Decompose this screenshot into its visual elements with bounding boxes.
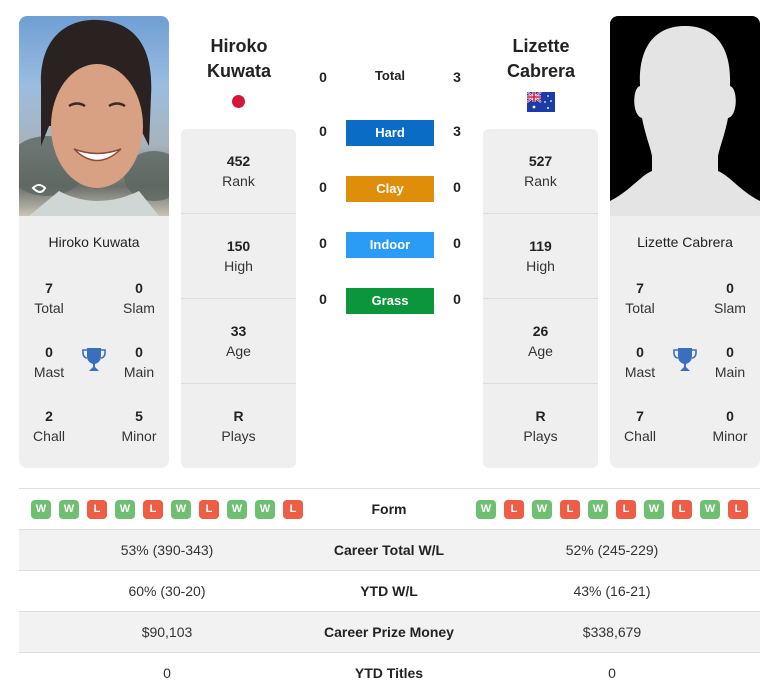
player2-titles-main: 0 Main bbox=[714, 344, 746, 380]
player1-ytd-titles: 0 bbox=[163, 665, 171, 681]
h2h-indoor-p2: 0 bbox=[453, 235, 461, 251]
player1-career-wl: 53% (390-343) bbox=[120, 542, 214, 558]
form-win-badge[interactable]: W bbox=[227, 500, 247, 519]
player2-plays: R Plays bbox=[523, 408, 558, 444]
h2h-grass-row: 0 Grass 0 bbox=[310, 288, 470, 314]
player2-ytd-titles: 0 bbox=[608, 665, 616, 681]
h2h-hard-row: 0 Hard 3 bbox=[310, 120, 470, 146]
form-loss-badge[interactable]: L bbox=[560, 500, 580, 519]
indoor-surface-badge[interactable]: Indoor bbox=[346, 232, 434, 258]
form-label: Form bbox=[371, 501, 407, 517]
career-wl-label: Career Total W/L bbox=[333, 542, 445, 558]
ytd-wl-label: YTD W/L bbox=[360, 583, 418, 599]
table-row: 53% (390-343) Career Total W/L 52% (245-… bbox=[19, 529, 760, 570]
form-win-badge[interactable]: W bbox=[700, 500, 720, 519]
form-win-badge[interactable]: W bbox=[59, 500, 79, 519]
form-loss-badge[interactable]: L bbox=[143, 500, 163, 519]
h2h-clay-p1: 0 bbox=[319, 179, 327, 195]
prize-money-label: Career Prize Money bbox=[324, 624, 454, 640]
table-row: 60% (30-20) YTD W/L 43% (16-21) bbox=[19, 570, 760, 611]
player2-titles-minor: 0 Minor bbox=[712, 408, 748, 444]
player1-photo bbox=[19, 16, 169, 216]
form-win-badge[interactable]: W bbox=[115, 500, 135, 519]
player1-ytd-wl: 60% (30-20) bbox=[128, 583, 206, 599]
player2-rank: 527 Rank bbox=[483, 129, 598, 214]
player1-form: WWLWLWLWWL bbox=[31, 500, 303, 519]
h2h-clay-p2: 0 bbox=[453, 179, 461, 195]
player2-stats-card: 527 Rank 119 High 26 Age R Plays bbox=[483, 129, 598, 468]
hard-surface-badge[interactable]: Hard bbox=[346, 120, 434, 146]
h2h-grass-p1: 0 bbox=[319, 291, 327, 307]
player1-prize-money: $90,103 bbox=[141, 624, 193, 640]
player1-name-link[interactable]: Hiroko Kuwata bbox=[174, 34, 304, 84]
form-loss-badge[interactable]: L bbox=[504, 500, 524, 519]
form-loss-badge[interactable]: L bbox=[87, 500, 107, 519]
h2h-grass-p2: 0 bbox=[453, 291, 461, 307]
form-win-badge[interactable]: W bbox=[588, 500, 608, 519]
form-loss-badge[interactable]: L bbox=[672, 500, 692, 519]
player2-titles-card: Lizette Cabrera 7 Total 0 Slam 0 Mast 0 … bbox=[610, 216, 760, 468]
h2h-clay-row: 0 Clay 0 bbox=[310, 176, 470, 202]
player1-titles-slam: 0 Slam bbox=[123, 280, 155, 316]
silhouette-icon bbox=[610, 26, 760, 216]
table-row: 0 YTD Titles 0 bbox=[19, 652, 760, 693]
player1-titles-card: Hiroko Kuwata 7 Total 0 Slam 0 Mast 0 Ma… bbox=[19, 216, 169, 468]
player1-high: 150 High bbox=[181, 214, 296, 299]
player2-prize-money: $338,679 bbox=[582, 624, 642, 640]
form-win-badge[interactable]: W bbox=[532, 500, 552, 519]
form-loss-badge[interactable]: L bbox=[616, 500, 636, 519]
h2h-indoor-row: 0 Indoor 0 bbox=[310, 232, 470, 258]
clay-surface-badge[interactable]: Clay bbox=[346, 176, 434, 202]
player2-full-name: Lizette Cabrera bbox=[637, 234, 733, 250]
player1-stats-card: 452 Rank 150 High 33 Age R Plays bbox=[181, 129, 296, 468]
player2-photo bbox=[610, 16, 760, 216]
form-win-badge[interactable]: W bbox=[644, 500, 664, 519]
player1-titles-main: 0 Main bbox=[123, 344, 155, 380]
player2-titles-mast: 0 Mast bbox=[624, 344, 656, 380]
grass-surface-badge[interactable]: Grass bbox=[346, 288, 434, 314]
h2h-hard-p1: 0 bbox=[319, 123, 327, 139]
player2-name-link[interactable]: Lizette Cabrera bbox=[476, 34, 606, 84]
form-win-badge[interactable]: W bbox=[476, 500, 496, 519]
player2-ytd-wl: 43% (16-21) bbox=[573, 583, 651, 599]
japan-flag-icon bbox=[232, 95, 245, 108]
player1-photo-image bbox=[19, 19, 169, 216]
player1-titles-minor: 5 Minor bbox=[121, 408, 157, 444]
table-row: $90,103 Career Prize Money $338,679 bbox=[19, 611, 760, 652]
player2-titles-chall: 7 Chall bbox=[624, 408, 656, 444]
form-win-badge[interactable]: W bbox=[255, 500, 275, 519]
form-loss-badge[interactable]: L bbox=[199, 500, 219, 519]
trophy-icon bbox=[673, 348, 697, 371]
player1-titles-total: 7 Total bbox=[34, 280, 64, 316]
h2h-hard-p2: 3 bbox=[453, 123, 461, 139]
player2-titles-slam: 0 Slam bbox=[714, 280, 746, 316]
player1-age: 33 Age bbox=[181, 299, 296, 384]
h2h-indoor-p1: 0 bbox=[319, 235, 327, 251]
australia-flag-icon bbox=[527, 92, 555, 112]
player1-titles-mast: 0 Mast bbox=[33, 344, 65, 380]
player1-rank: 452 Rank bbox=[181, 129, 296, 214]
player2-career-wl: 52% (245-229) bbox=[565, 542, 659, 558]
player2-form: WLWLWLWLWL bbox=[476, 500, 748, 519]
player1-plays: R Plays bbox=[221, 408, 256, 444]
form-win-badge[interactable]: W bbox=[171, 500, 191, 519]
player1-titles-chall: 2 Chall bbox=[33, 408, 65, 444]
comparison-table: WWLWLWLWWL Form WLWLWLWLWL 53% (390-343)… bbox=[19, 488, 760, 693]
trophy-icon bbox=[82, 348, 106, 371]
player1-full-name: Hiroko Kuwata bbox=[48, 234, 140, 250]
player2-age: 26 Age bbox=[483, 299, 598, 384]
h2h-total-label: Total bbox=[374, 68, 406, 83]
form-loss-badge[interactable]: L bbox=[728, 500, 748, 519]
player2-high: 119 High bbox=[483, 214, 598, 299]
player2-titles-total: 7 Total bbox=[625, 280, 655, 316]
h2h-total-p1: 0 bbox=[319, 69, 327, 85]
form-win-badge[interactable]: W bbox=[31, 500, 51, 519]
h2h-total-p2: 3 bbox=[453, 69, 461, 85]
ytd-titles-label: YTD Titles bbox=[354, 665, 424, 681]
form-row: WWLWLWLWWL Form WLWLWLWLWL bbox=[19, 488, 760, 529]
h2h-total-row: 0 Total 3 bbox=[310, 66, 470, 92]
